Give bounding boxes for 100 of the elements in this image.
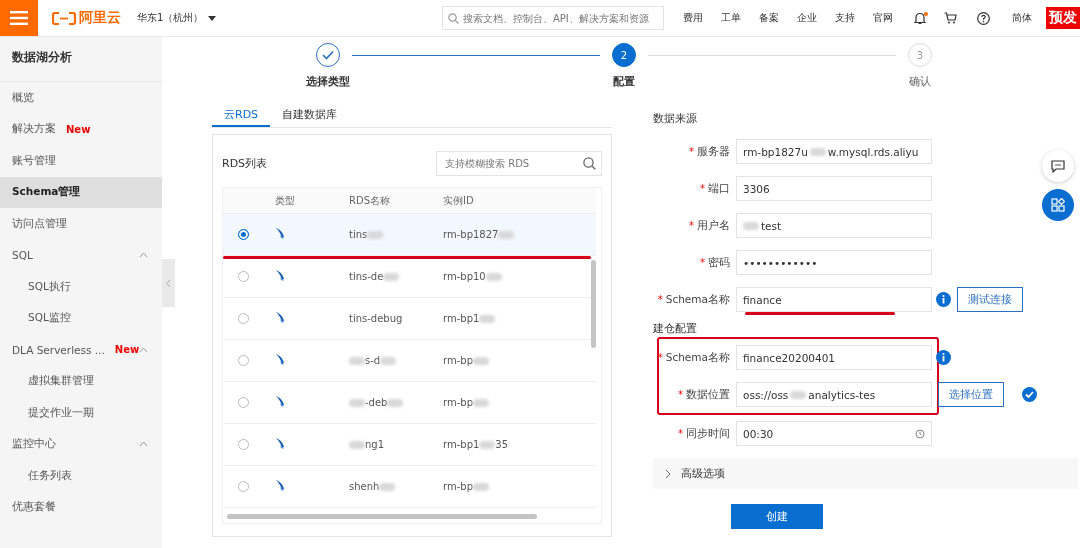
required-mark: * — [657, 294, 663, 305]
feather-icon — [275, 353, 285, 365]
radio-button[interactable] — [237, 313, 249, 324]
feather-icon — [275, 437, 285, 449]
scrollbar[interactable] — [227, 514, 537, 519]
redaction-blur — [387, 398, 404, 407]
input-field[interactable]: •••••••••••• — [736, 250, 932, 275]
radio-button[interactable] — [237, 271, 249, 282]
sidebar-item[interactable]: SQL执行 — [0, 271, 162, 303]
language-link[interactable]: 简体 — [1012, 11, 1032, 25]
sidebar-item[interactable]: 监控中心 — [0, 428, 162, 460]
radio-button[interactable] — [237, 481, 249, 492]
step-label: 选择类型 — [306, 74, 350, 89]
input-field[interactable]: finance20200401 — [736, 345, 932, 370]
nav-link[interactable]: 费用 — [674, 11, 712, 25]
field-label: 同步时间 — [686, 426, 730, 441]
table-cell: rm-bp — [443, 397, 489, 408]
nav-link[interactable]: 企业 — [788, 11, 826, 25]
bell-icon[interactable] — [914, 11, 926, 25]
input-field[interactable]: rm-bp1827u w.mysql.rds.aliyu — [736, 139, 932, 164]
nav-link[interactable]: 工单 — [712, 11, 750, 25]
sidebar-item[interactable]: 虚拟集群管理 — [0, 365, 162, 397]
collapse-handle[interactable] — [162, 259, 175, 307]
table-cell: rm-bp1 — [443, 313, 496, 324]
search-field[interactable]: 支持模糊搜索 RDS — [436, 150, 602, 176]
required-mark: * — [657, 352, 663, 363]
sidebar-item[interactable]: Schema管理 — [0, 176, 162, 208]
sidebar-item[interactable]: 提交作业一期 — [0, 397, 162, 429]
input-field[interactable]: 3306 — [736, 176, 932, 201]
create-button[interactable]: 创建 — [731, 504, 823, 529]
field-label: 服务器 — [697, 144, 730, 159]
field-label: 端口 — [708, 181, 730, 196]
search-field[interactable]: 搜索文档、控制台、API、解决方案和资源 — [442, 6, 664, 30]
field-label: Schema名称 — [665, 292, 730, 307]
table-cell: ng1 — [349, 439, 385, 450]
cart-icon[interactable] — [944, 12, 957, 24]
sidebar-item[interactable]: 账号管理 — [0, 145, 162, 177]
apps-button[interactable] — [1042, 189, 1074, 221]
input-field[interactable]: finance — [736, 287, 932, 312]
tab[interactable]: 云RDS — [212, 103, 271, 127]
sidebar-item[interactable]: 概览 — [0, 82, 162, 114]
chat-button[interactable] — [1042, 150, 1074, 182]
redaction-blur — [479, 440, 496, 449]
redaction-blur — [379, 482, 396, 491]
input-field[interactable]: test — [736, 213, 932, 238]
sidebar-label: SQL — [12, 249, 33, 262]
outline-button[interactable]: 选择位置 — [938, 382, 1004, 407]
input-field[interactable]: oss://oss analytics-tes — [736, 382, 932, 407]
radio-button[interactable] — [237, 439, 249, 450]
sidebar-item[interactable]: SQL — [0, 239, 162, 271]
feather-icon — [275, 227, 285, 239]
redaction-blur — [367, 230, 384, 239]
sidebar-item[interactable]: DLA Serverless ... New — [0, 334, 162, 366]
nav-link[interactable]: 支持 — [826, 11, 864, 25]
sidebar-item[interactable]: 优惠套餐 — [0, 491, 162, 523]
apps-icon — [1051, 198, 1065, 212]
search-icon[interactable] — [583, 156, 596, 170]
sidebar-item[interactable]: 访问点管理 — [0, 208, 162, 240]
field-label: 用户名 — [697, 218, 730, 233]
required-mark: * — [689, 146, 694, 157]
menu-button[interactable] — [0, 0, 38, 36]
info-icon[interactable] — [936, 292, 951, 307]
advanced-options-toggle[interactable]: 高级选项 — [653, 458, 1078, 489]
table-cell: tins-de — [349, 271, 400, 282]
radio-button[interactable] — [237, 355, 249, 366]
table-cell: rm-bp1827 — [443, 229, 515, 240]
nav-link[interactable]: 官网 — [864, 11, 902, 25]
section-title: 数据来源 — [653, 111, 698, 127]
field-label: Schema名称 — [665, 350, 730, 365]
sidebar-item[interactable]: 解决方案 New — [0, 113, 162, 145]
help-icon[interactable] — [977, 11, 990, 25]
scrollbar[interactable] — [591, 260, 596, 348]
feather-icon — [275, 395, 285, 407]
radio-button[interactable] — [237, 397, 249, 408]
sidebar-item[interactable]: SQL监控 — [0, 302, 162, 334]
environment-label: 预发 — [1046, 7, 1080, 29]
nav-link[interactable]: 备案 — [750, 11, 788, 25]
outline-button[interactable]: 测试连接 — [957, 287, 1023, 312]
input-field[interactable]: 00:30 — [736, 421, 932, 446]
radio-button[interactable] — [237, 229, 249, 240]
info-icon[interactable] — [936, 350, 951, 365]
table-cell: rm-bp10 — [443, 271, 502, 282]
table-cell: shenh — [349, 481, 396, 492]
redaction-blur — [790, 390, 807, 399]
tab[interactable]: 自建数据库 — [270, 103, 350, 127]
required-mark: * — [678, 428, 683, 439]
redaction-blur — [349, 398, 365, 407]
caret-icon — [208, 15, 217, 21]
step-label: 配置 — [613, 74, 635, 89]
chat-icon — [1051, 159, 1065, 173]
chevron-right-icon — [665, 468, 671, 479]
table-cell: -deb — [349, 397, 404, 408]
logo-text: 阿里云 — [79, 9, 121, 27]
sidebar-item[interactable]: 任务列表 — [0, 460, 162, 492]
chevron-left-icon — [166, 278, 171, 288]
sidebar-title: 数据湖分析 — [0, 37, 162, 82]
field-label: 数据位置 — [686, 387, 730, 402]
region-selector[interactable]: 华东1（杭州） — [137, 11, 217, 25]
logo-icon — [52, 11, 76, 25]
redaction-blur — [498, 230, 515, 239]
